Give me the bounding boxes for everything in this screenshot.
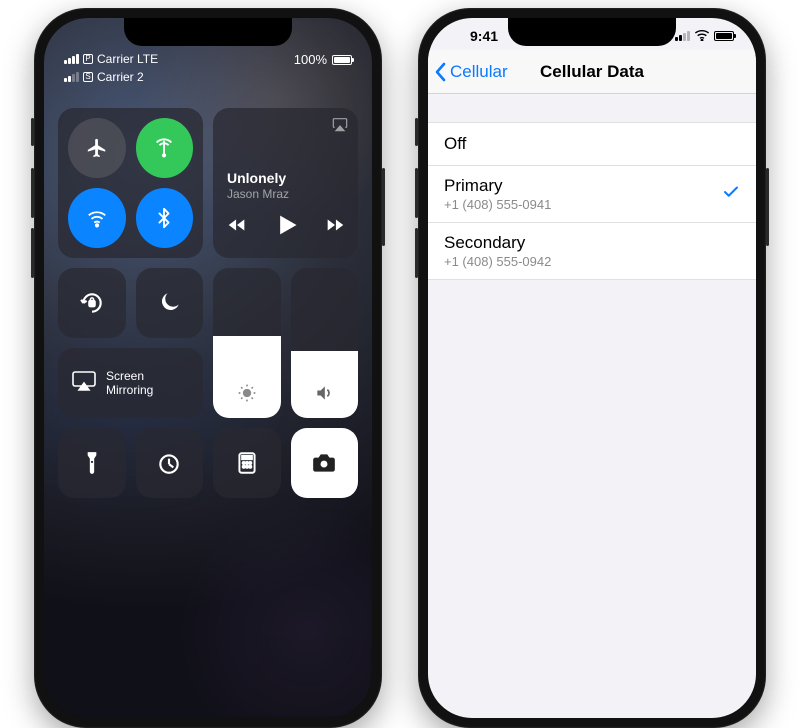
notch bbox=[124, 18, 292, 46]
orientation-lock-toggle[interactable] bbox=[58, 268, 126, 338]
airplay-icon[interactable] bbox=[332, 116, 348, 137]
battery-icon bbox=[332, 55, 352, 65]
play-button[interactable] bbox=[272, 211, 300, 244]
checkmark-icon bbox=[722, 183, 740, 206]
screen-mirroring-icon bbox=[72, 371, 96, 396]
notch bbox=[508, 18, 676, 46]
screen-mirroring-label: Screen Mirroring bbox=[106, 369, 153, 398]
iphone-left: P Carrier LTE S Carrier 2 100% bbox=[34, 8, 382, 728]
dual-sim-carrier-secondary: S Carrier 2 bbox=[64, 70, 158, 84]
battery-icon bbox=[714, 31, 734, 41]
volume-slider[interactable] bbox=[291, 268, 359, 418]
status-bar: P Carrier LTE S Carrier 2 100% bbox=[64, 52, 352, 84]
speaker-icon bbox=[314, 383, 334, 408]
brightness-slider[interactable] bbox=[213, 268, 281, 418]
now-playing-module[interactable]: Unlonely Jason Mraz bbox=[213, 108, 358, 258]
wifi-icon bbox=[694, 28, 710, 44]
options-list: Off Primary +1 (408) 555-0941 Seco bbox=[428, 122, 756, 280]
skip-back-button[interactable] bbox=[226, 214, 248, 241]
option-primary[interactable]: Primary +1 (408) 555-0941 bbox=[428, 166, 756, 223]
now-playing-artist: Jason Mraz bbox=[227, 187, 289, 201]
battery-percent-label: 100% bbox=[294, 52, 327, 67]
connectivity-module[interactable] bbox=[58, 108, 203, 258]
airplane-mode-toggle[interactable] bbox=[68, 118, 126, 178]
wifi-toggle[interactable] bbox=[68, 188, 126, 248]
bluetooth-toggle[interactable] bbox=[136, 188, 194, 248]
page-title: Cellular Data bbox=[540, 62, 644, 82]
flashlight-button[interactable] bbox=[58, 428, 126, 498]
option-off[interactable]: Off bbox=[428, 122, 756, 166]
dual-sim-carrier-primary: P Carrier LTE bbox=[64, 52, 158, 66]
do-not-disturb-toggle[interactable] bbox=[136, 268, 204, 338]
now-playing-title: Unlonely bbox=[227, 170, 286, 186]
nav-bar: Cellular Cellular Data bbox=[428, 50, 756, 94]
screen-mirroring-button[interactable]: Screen Mirroring bbox=[58, 348, 203, 418]
skip-forward-button[interactable] bbox=[324, 214, 346, 241]
timer-button[interactable] bbox=[136, 428, 204, 498]
calculator-button[interactable] bbox=[213, 428, 281, 498]
chevron-left-icon bbox=[434, 62, 448, 82]
control-center: P Carrier LTE S Carrier 2 100% bbox=[44, 18, 372, 718]
back-button[interactable]: Cellular bbox=[434, 62, 508, 82]
status-time: 9:41 bbox=[470, 28, 498, 44]
settings-screen: 9:41 bbox=[428, 18, 756, 718]
sun-icon bbox=[237, 383, 257, 408]
iphone-right: 9:41 bbox=[418, 8, 766, 728]
camera-button[interactable] bbox=[291, 428, 359, 498]
option-secondary[interactable]: Secondary +1 (408) 555-0942 bbox=[428, 223, 756, 280]
cellular-data-toggle[interactable] bbox=[136, 118, 194, 178]
